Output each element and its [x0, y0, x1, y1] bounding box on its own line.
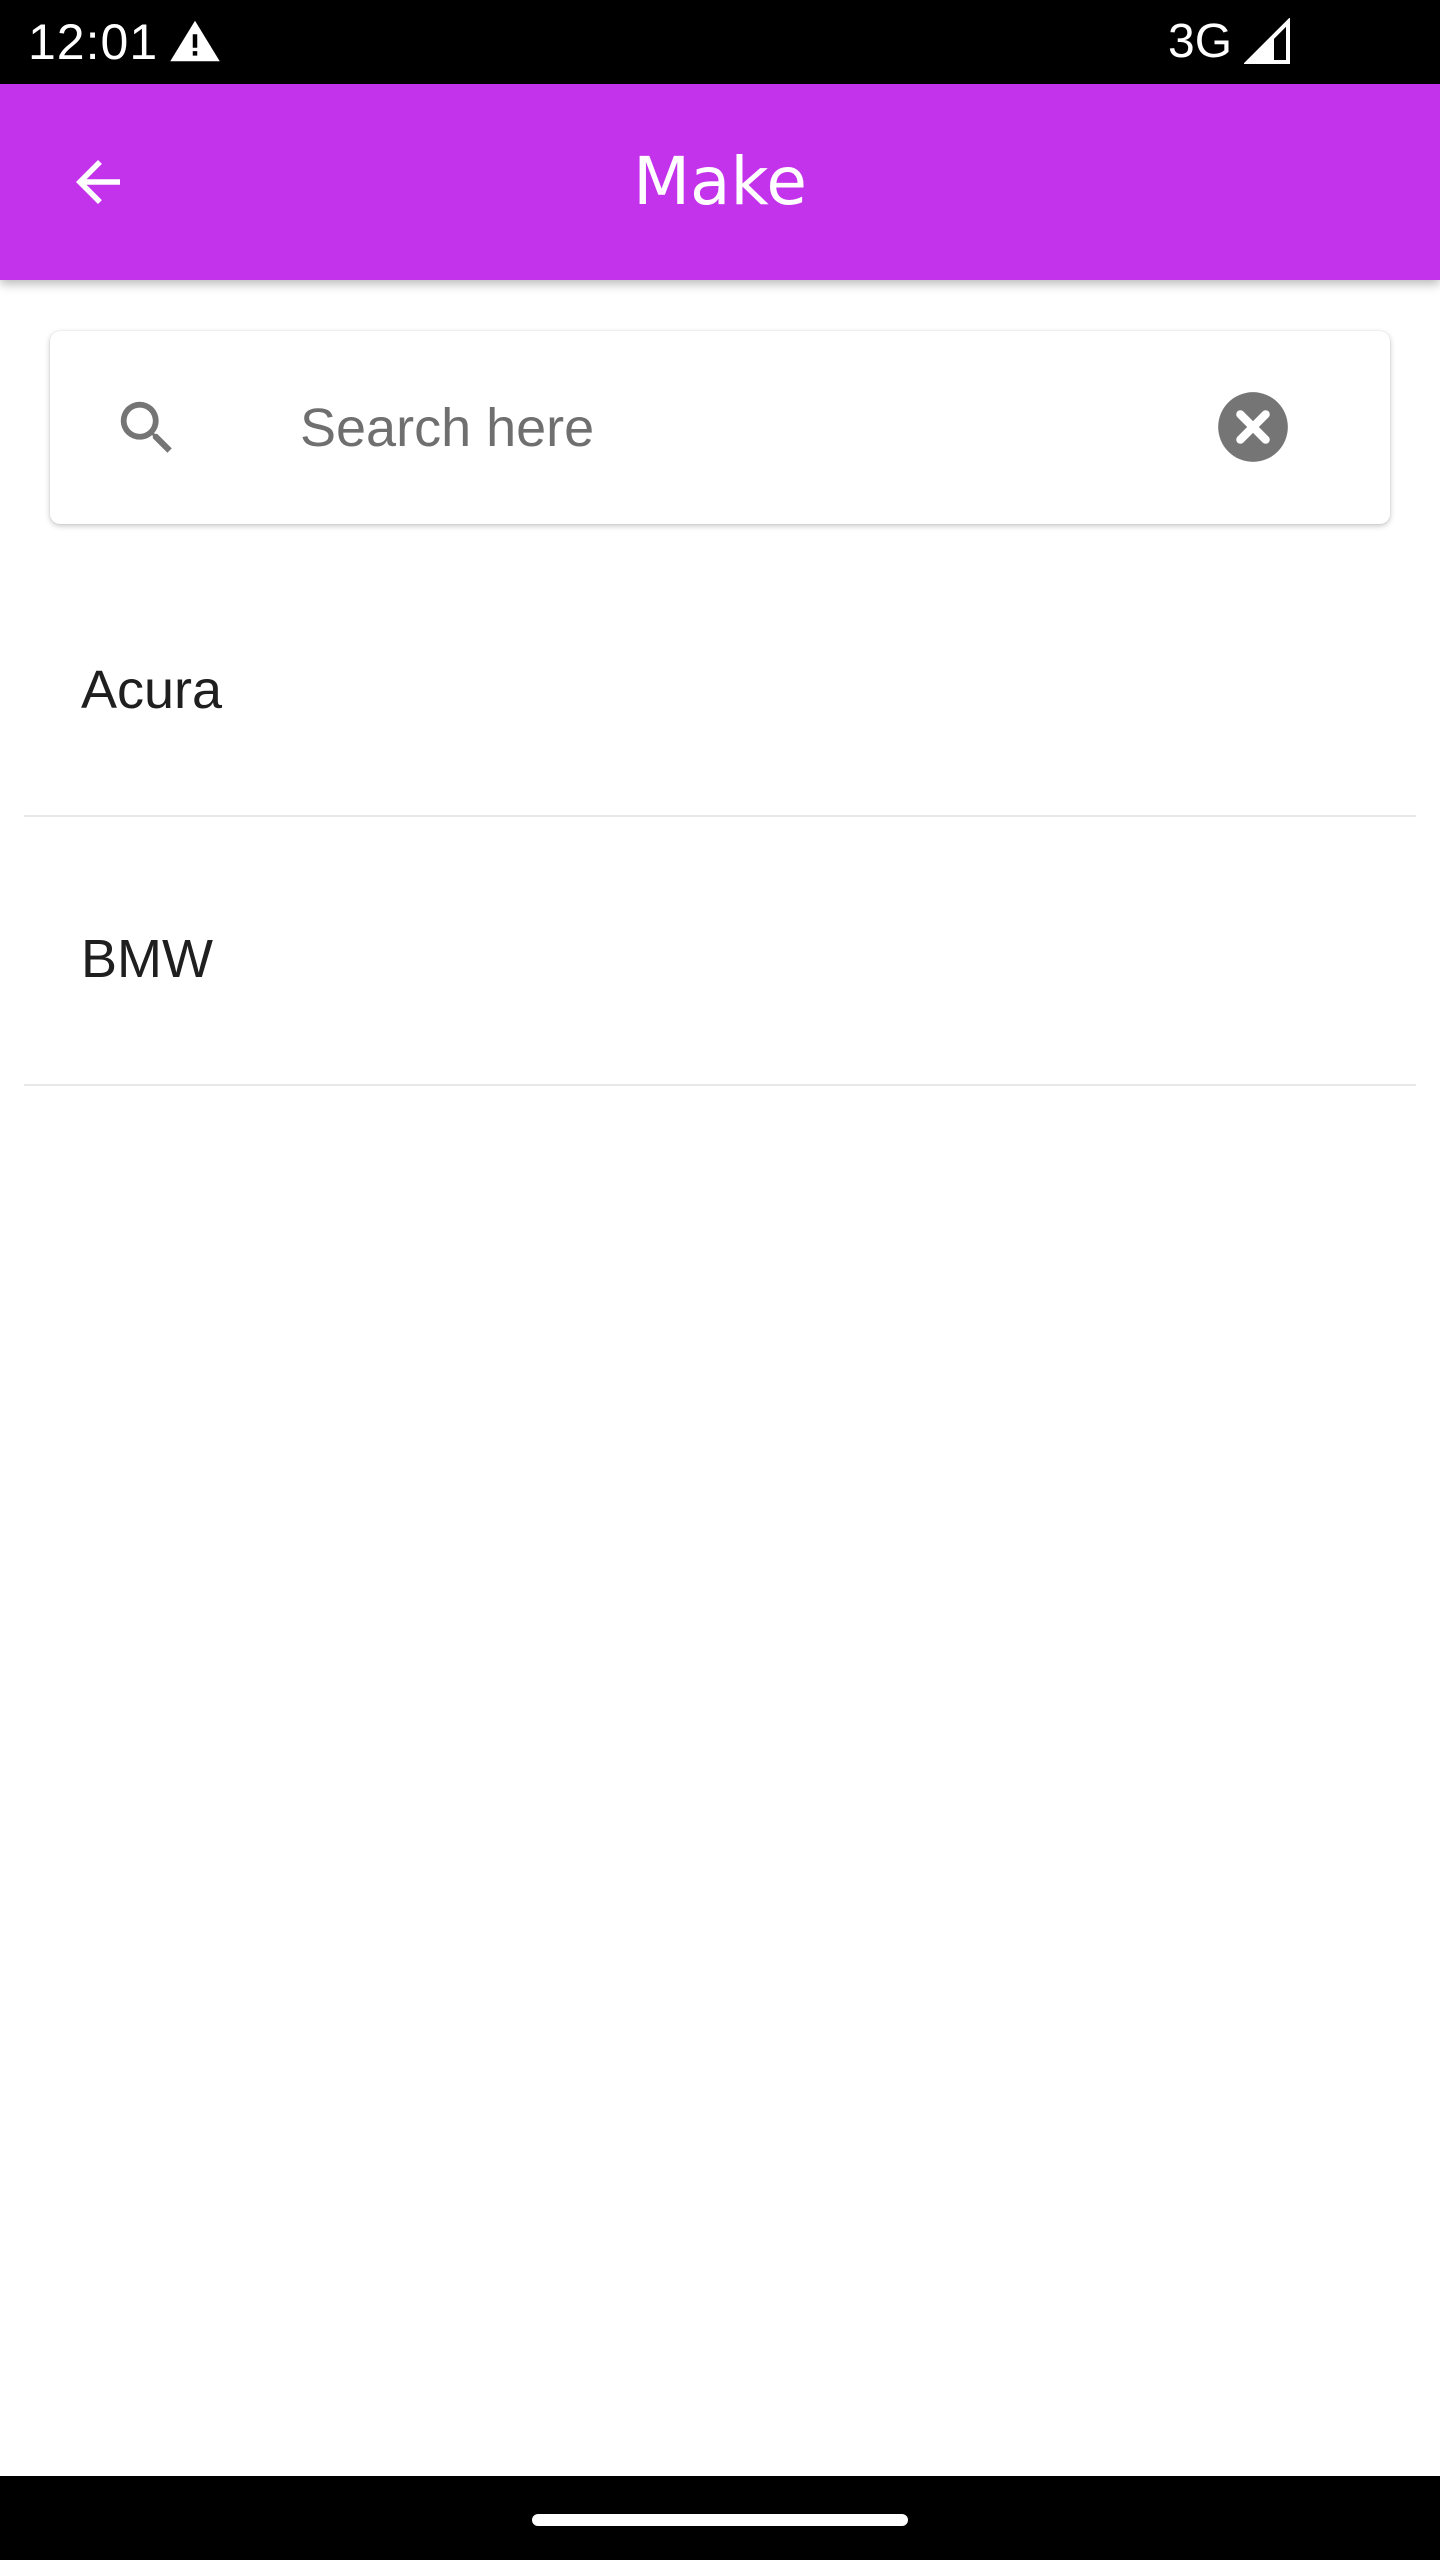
list-item-label: BMW: [81, 929, 213, 989]
list-item-bmw[interactable]: BMW: [24, 817, 1416, 1086]
page-title: Make: [633, 143, 807, 220]
search-input[interactable]: [300, 371, 1200, 484]
network-type: 3G: [1168, 15, 1233, 68]
app-bar: Make: [0, 84, 1440, 280]
status-bar: 12:01 3G: [0, 0, 1440, 84]
back-button[interactable]: [50, 134, 146, 230]
signal-icon: [1244, 18, 1290, 64]
list-item-label: Acura: [81, 660, 223, 720]
arrow-back-icon: [76, 160, 120, 204]
make-list: Acura BMW: [24, 548, 1416, 1086]
search-bar: [50, 331, 1390, 524]
status-time: 12:01: [28, 14, 159, 70]
search-icon: [120, 401, 172, 453]
list-item-acura[interactable]: Acura: [24, 548, 1416, 817]
home-handle[interactable]: [532, 2514, 908, 2526]
warning-icon: [170, 20, 220, 62]
clear-search-button[interactable]: [1215, 389, 1291, 465]
navigation-bar: [0, 2476, 1440, 2560]
